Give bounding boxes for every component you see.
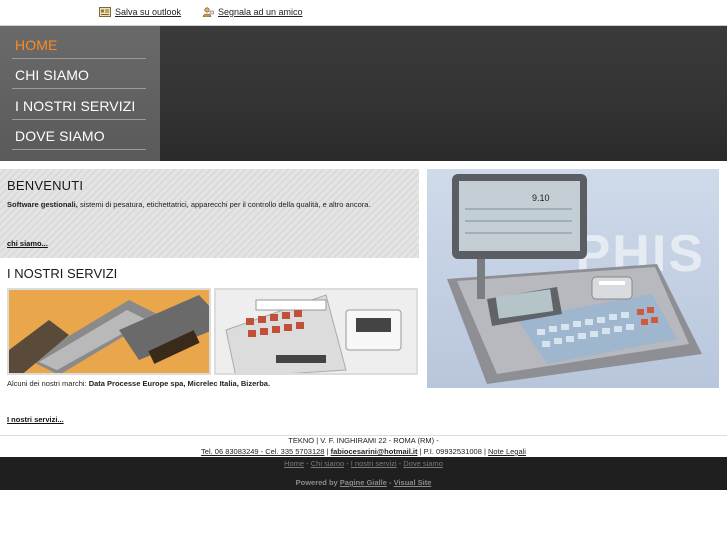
powered-prefix: Powered by: [295, 478, 340, 487]
bottom-sep: -: [344, 459, 351, 468]
save-outlook-label: Salva su outlook: [115, 7, 182, 17]
footer-phone[interactable]: Tel. 06 83083249 - Cel. 335 5703128: [201, 447, 324, 456]
bottom-nav: Home - Chi siamo - I nostri servizi - Do…: [0, 459, 727, 468]
footer: TEKNO | V. F. INGHIRAMI 22 - ROMA (RM) -…: [0, 435, 727, 457]
service-image-tools: [7, 288, 211, 375]
powered-sep: -: [386, 478, 394, 487]
cash-register-illustration: 9.10: [447, 174, 702, 384]
person-icon: [202, 7, 214, 18]
welcome-lead-rest: sistemi di pesatura, etichettatrici, app…: [77, 200, 371, 209]
bottom-link-chi-siamo[interactable]: Chi siamo: [311, 459, 344, 468]
footer-contacts: Tel. 06 83083249 - Cel. 335 5703128 | fa…: [0, 447, 727, 456]
service-image-scale: [214, 288, 418, 375]
footer-email-link[interactable]: fabiocesarini@hotmail.it: [331, 447, 418, 456]
brands-text: Alcuni dei nostri marchi: Data Processe …: [7, 379, 270, 388]
header-banner: [160, 26, 727, 161]
tell-friend-label: Segnala ad un amico: [218, 7, 303, 17]
page: Salva su outlook Segnala ad un amico HOM…: [0, 0, 727, 545]
contact-card-icon: [99, 7, 111, 17]
services-title: I NOSTRI SERVIZI: [7, 266, 118, 281]
header: HOME CHI SIAMO I NOSTRI SERVIZI DOVE SIA…: [0, 26, 727, 161]
welcome-title: BENVENUTI: [7, 178, 84, 193]
nav-item-home[interactable]: HOME: [12, 29, 146, 59]
welcome-text: Software gestionali, sistemi di pesatura…: [7, 200, 417, 209]
footer-address: TEKNO | V. F. INGHIRAMI 22 - ROMA (RM) -: [288, 436, 439, 445]
brands-prefix: Alcuni dei nostri marchi:: [7, 379, 89, 388]
legal-notes-link[interactable]: Note Legali: [488, 447, 526, 456]
main-nav: HOME CHI SIAMO I NOSTRI SERVIZI DOVE SIA…: [0, 26, 160, 161]
brands-list: Data Processe Europe spa, Micrelec Itali…: [88, 379, 271, 388]
footer-piva: | P.I. 09932531008 |: [417, 447, 489, 456]
nav-item-chi-siamo[interactable]: CHI SIAMO: [12, 59, 146, 89]
servizi-link[interactable]: I nostri servizi...: [7, 415, 64, 424]
hero-image: PHIS 9.10: [427, 169, 719, 388]
bottom-bar: Home - Chi siamo - I nostri servizi - Do…: [0, 457, 727, 490]
save-outlook-link[interactable]: Salva su outlook: [99, 7, 181, 17]
bottom-link-dove-siamo[interactable]: Dove siamo: [403, 459, 443, 468]
welcome-box: BENVENUTI Software gestionali, sistemi d…: [0, 169, 419, 258]
main-content: BENVENUTI Software gestionali, sistemi d…: [0, 161, 727, 435]
bottom-sep: -: [304, 459, 311, 468]
tell-friend-link[interactable]: Segnala ad un amico: [202, 7, 303, 18]
powered-by: Powered by Pagine Gialle - Visual Site: [0, 478, 727, 487]
display-readout: 9.10: [532, 193, 550, 203]
bottom-link-servizi[interactable]: I nostri servizi: [351, 459, 397, 468]
pagine-gialle-link[interactable]: Pagine Gialle: [340, 478, 387, 487]
visual-site-link[interactable]: Visual Site: [394, 478, 432, 487]
utility-bar: Salva su outlook Segnala ad un amico: [0, 0, 727, 26]
welcome-lead-bold: Software gestionali,: [7, 200, 78, 209]
chi-siamo-link[interactable]: chi siamo...: [7, 239, 48, 248]
nav-item-servizi[interactable]: I NOSTRI SERVIZI: [12, 90, 146, 120]
bottom-link-home[interactable]: Home: [284, 459, 304, 468]
nav-item-dove-siamo[interactable]: DOVE SIAMO: [12, 120, 146, 150]
